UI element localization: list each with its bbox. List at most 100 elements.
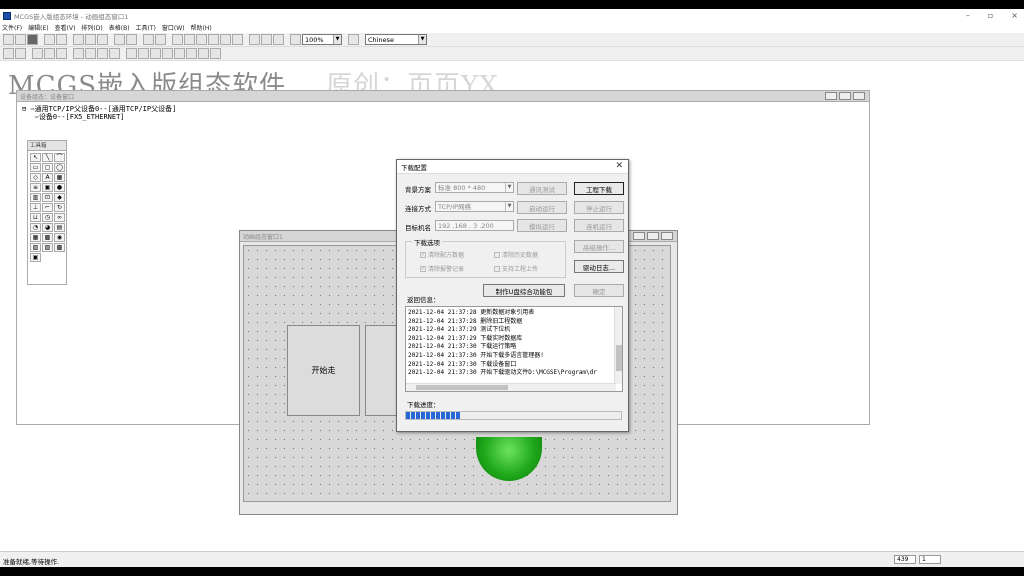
h-center-icon[interactable] (97, 48, 108, 59)
palette-icon[interactable] (261, 34, 272, 45)
print-preview-icon[interactable] (56, 34, 67, 45)
support-upload-checkbox[interactable]: 支持工程上传 (494, 264, 538, 273)
bar-chart-icon[interactable]: ▥ (30, 193, 41, 202)
maximize-button[interactable]: ▫ (988, 9, 993, 22)
minimize-button[interactable]: – (966, 9, 970, 22)
menu-help[interactable]: 帮助(H) (191, 23, 212, 32)
device-window-titlebar[interactable]: 设备组态：设备窗口 (17, 91, 869, 102)
table-icon[interactable]: ▦ (30, 233, 41, 242)
tree-item-parent[interactable]: ⊟ ⇨通用TCP/IP父设备0--[通用TCP/IP父设备] (22, 105, 864, 113)
order-icon[interactable] (210, 48, 221, 59)
alarm-icon[interactable]: ∞ (54, 213, 65, 222)
connect-run-button[interactable]: 连机运行 (574, 219, 624, 232)
ok-button[interactable]: 确定 (574, 284, 624, 297)
flip-h-icon[interactable] (174, 48, 185, 59)
advanced-button[interactable]: 高级操作... (574, 240, 624, 253)
clear-history-checkbox[interactable]: 清除历史数据 (494, 250, 538, 259)
rect-icon[interactable]: ▭ (30, 163, 41, 172)
start-button[interactable]: 开始走 (287, 325, 360, 416)
group-icon[interactable] (15, 48, 26, 59)
image-icon[interactable]: ● (54, 183, 65, 192)
help-icon[interactable] (273, 34, 284, 45)
same-height-icon[interactable] (44, 48, 55, 59)
print-icon[interactable] (44, 34, 55, 45)
redo-icon[interactable] (126, 34, 137, 45)
tools-icon[interactable] (143, 34, 154, 45)
pointer-icon[interactable]: ↖ (30, 153, 41, 162)
grid-table-icon[interactable]: ▩ (42, 233, 53, 242)
v-center-icon[interactable] (109, 48, 120, 59)
flip-v-icon[interactable] (186, 48, 197, 59)
copy-icon[interactable] (85, 34, 96, 45)
tree-item-child[interactable]: ⇨设备0--[FX5_ETHERNET] (22, 113, 864, 121)
same-size-icon[interactable] (56, 48, 67, 59)
unlock-icon[interactable] (162, 48, 173, 59)
input-icon[interactable]: ⊡ (42, 193, 53, 202)
menu-window[interactable]: 窗口(W) (162, 23, 185, 32)
green-indicator-light[interactable] (476, 437, 542, 481)
menu-edit[interactable]: 编辑(E) (28, 23, 48, 32)
bg-scheme-select[interactable]: 标准 800 * 480 ▼ (435, 182, 514, 193)
send-back-icon[interactable] (138, 48, 149, 59)
minimize-icon[interactable] (825, 92, 837, 100)
minimize-icon[interactable] (633, 232, 645, 240)
standard-button-icon[interactable]: ◆ (54, 193, 65, 202)
menu-file[interactable]: 文件(F) (2, 23, 22, 32)
align-right-icon[interactable] (196, 34, 207, 45)
comm-test-button[interactable]: 通讯测试 (517, 182, 567, 195)
custom-icon[interactable]: ▨ (42, 243, 53, 252)
object-icon[interactable] (155, 34, 166, 45)
target-ip-field[interactable]: 192 .168 . 3 .200 (435, 220, 514, 231)
sink-icon[interactable]: ⊔ (30, 213, 41, 222)
conn-select[interactable]: TCP/IP网络 ▼ (435, 201, 514, 212)
log-horizontal-scrollbar[interactable] (406, 383, 616, 391)
align-icon[interactable] (172, 34, 183, 45)
language-combo[interactable]: Chinese ▼ (365, 34, 427, 45)
trend-icon[interactable]: ◷ (42, 213, 53, 222)
start-run-button[interactable]: 启动运行 (517, 201, 567, 214)
flow-icon[interactable]: ≡ (30, 183, 41, 192)
new-icon[interactable] (3, 34, 14, 45)
plugin-icon[interactable]: ◉ (54, 233, 65, 242)
bitmap-icon[interactable]: ▦ (54, 173, 65, 182)
combo-icon[interactable]: ▧ (30, 243, 41, 252)
meter-icon[interactable]: ◕ (42, 223, 53, 232)
download-project-button[interactable]: 工程下载 (574, 182, 624, 195)
layer-icon[interactable] (3, 48, 14, 59)
report-icon[interactable]: ▤ (54, 223, 65, 232)
zoom-icon[interactable] (290, 34, 301, 45)
cut-icon[interactable] (73, 34, 84, 45)
save-icon[interactable] (27, 34, 38, 45)
return-info-log[interactable]: 2021-12-04 21:37:28 更新数据对象引用表 2021-12-04… (405, 306, 623, 392)
lock-icon[interactable] (150, 48, 161, 59)
level-icon[interactable]: ⌐ (42, 203, 53, 212)
paste-icon[interactable] (97, 34, 108, 45)
menu-tools[interactable]: 工具(T) (136, 23, 156, 32)
close-icon[interactable] (853, 92, 865, 100)
clear-alarm-checkbox[interactable]: ✓ 清除报警记录 (420, 264, 464, 273)
frame-icon[interactable]: ▣ (30, 253, 41, 262)
scale-icon[interactable]: ⊥ (30, 203, 41, 212)
list-icon[interactable]: ▩ (54, 243, 65, 252)
open-icon[interactable] (15, 34, 26, 45)
rotate-icon[interactable] (198, 48, 209, 59)
stop-run-button[interactable]: 停止运行 (574, 201, 624, 214)
simulate-run-button[interactable]: 模拟运行 (517, 219, 567, 232)
log-vertical-scrollbar[interactable] (614, 307, 622, 384)
v-space-icon[interactable] (85, 48, 96, 59)
arc-icon[interactable]: ⌒ (54, 153, 65, 162)
zoom-combo[interactable]: 100% ▼ (302, 34, 342, 45)
polygon-icon[interactable]: ◇ (30, 173, 41, 182)
menu-view[interactable]: 查看(V) (55, 23, 76, 32)
dialog-titlebar[interactable]: 下载配置 ✕ (397, 160, 628, 174)
restore-icon[interactable] (647, 232, 659, 240)
align-left-icon[interactable] (184, 34, 195, 45)
button-icon[interactable]: ▣ (42, 183, 53, 192)
gauge-icon[interactable]: ◔ (30, 223, 41, 232)
line-icon[interactable]: ╲ (42, 153, 53, 162)
text-icon[interactable]: A (42, 173, 53, 182)
rotate-icon[interactable]: ↻ (54, 203, 65, 212)
clear-recipe-checkbox[interactable]: ✓ 清除配方数据 (420, 250, 464, 259)
same-width-icon[interactable] (32, 48, 43, 59)
align-bottom-icon[interactable] (220, 34, 231, 45)
